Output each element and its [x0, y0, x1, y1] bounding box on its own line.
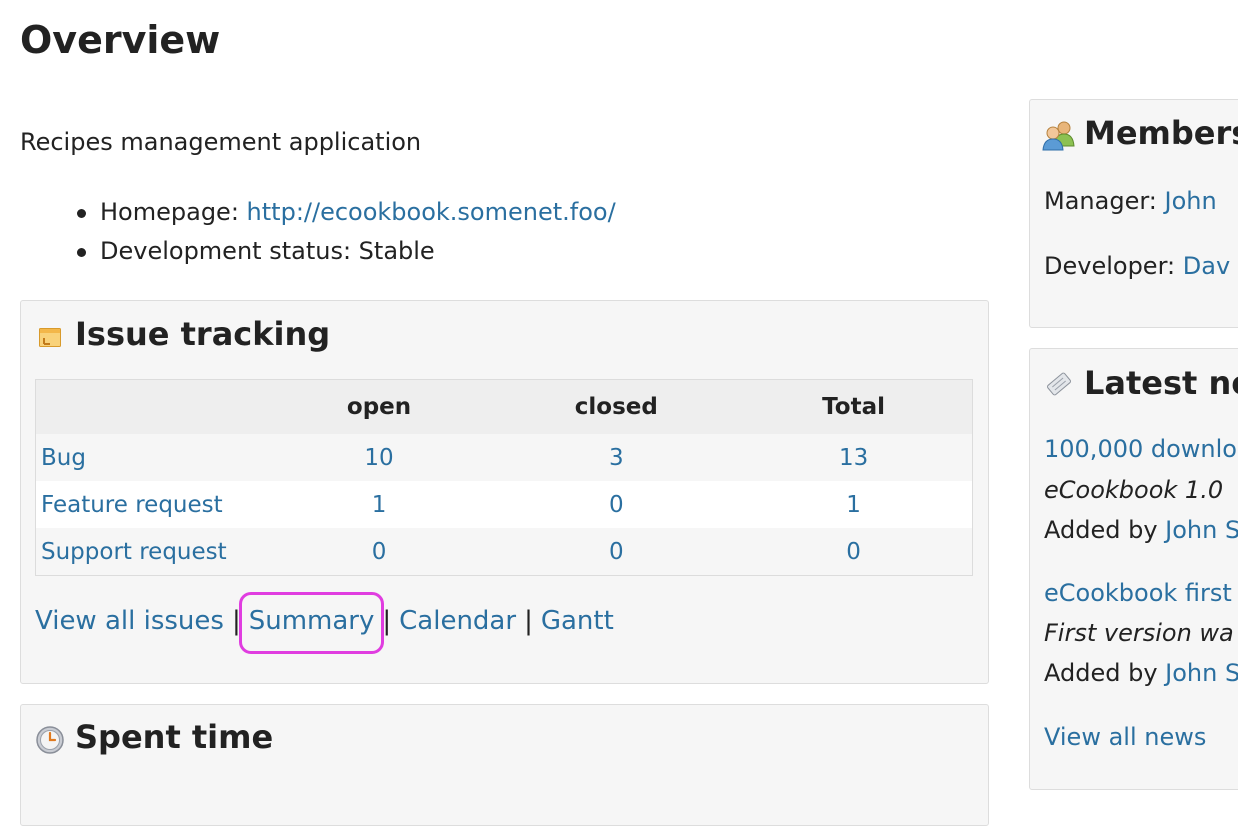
table-row: Bug 10 3 13 — [35, 434, 973, 481]
news-author-line: Added by John S — [1044, 659, 1238, 687]
news-item-title: eCookbook first — [1044, 579, 1232, 607]
issue-summary-table: open closed Total Bug 10 3 13 Feature re… — [35, 379, 973, 576]
news-added-by: Added by — [1044, 516, 1158, 544]
status-item: Development status: Stable — [0, 235, 616, 274]
summary-highlight: Summary — [238, 592, 385, 654]
news-author-line: Added by John S — [1044, 516, 1238, 544]
issue-tracking-title: Issue tracking — [75, 315, 331, 353]
tracker-link-bug[interactable]: Bug — [41, 445, 86, 471]
homepage-label: Homepage: — [100, 198, 239, 226]
member-role-line: Developer: Dav — [1044, 252, 1230, 280]
link-separator: | — [382, 606, 392, 636]
issue-tracking-box: Issue tracking open closed Total Bug 10 … — [20, 300, 989, 684]
member-role: Developer: — [1044, 252, 1176, 280]
news-author-link[interactable]: John S — [1165, 659, 1238, 687]
summary-link[interactable]: Summary — [249, 606, 375, 636]
members-title: Members — [1084, 114, 1238, 152]
view-all-issues-link[interactable]: View all issues — [35, 606, 224, 636]
member-link[interactable]: Dav — [1183, 252, 1230, 280]
open-count-link[interactable]: 1 — [372, 492, 387, 518]
spent-time-box: Spent time — [20, 704, 989, 826]
view-all-news: View all news — [1044, 723, 1206, 751]
table-header-row: open closed Total — [35, 379, 973, 434]
news-author-link[interactable]: John S — [1165, 516, 1238, 544]
status-label: Development status: — [100, 237, 352, 265]
column-header-total: Total — [735, 379, 973, 434]
column-header-closed: closed — [497, 379, 736, 434]
news-added-by: Added by — [1044, 659, 1158, 687]
homepage-item: Homepage: http://ecookbook.somenet.foo/ — [0, 196, 616, 235]
issues-icon — [38, 325, 62, 353]
latest-news-title: Latest ne — [1084, 364, 1238, 402]
tracker-link-support-request[interactable]: Support request — [41, 539, 227, 565]
total-count-link[interactable]: 13 — [839, 445, 868, 471]
news-title-link[interactable]: eCookbook first — [1044, 579, 1232, 607]
closed-count-link[interactable]: 3 — [609, 445, 624, 471]
issue-links: View all issues | Summary | Calendar | Gantt — [35, 592, 614, 654]
spent-time-title: Spent time — [75, 718, 274, 756]
open-count-link[interactable]: 10 — [364, 445, 393, 471]
news-icon — [1044, 369, 1074, 403]
tracker-link-feature-request[interactable]: Feature request — [41, 492, 223, 518]
group-icon — [1042, 119, 1076, 155]
project-info-list: Homepage: http://ecookbook.somenet.foo/ … — [0, 196, 616, 274]
news-summary: First version wa — [1044, 619, 1234, 647]
news-item-title: 100,000 downlo — [1044, 435, 1237, 463]
closed-count-link[interactable]: 0 — [609, 539, 624, 565]
table-row: Support request 0 0 0 — [35, 528, 973, 576]
closed-count-link[interactable]: 0 — [609, 492, 624, 518]
member-role: Manager: — [1044, 187, 1157, 215]
status-value: Stable — [358, 237, 435, 265]
news-title-link[interactable]: 100,000 downlo — [1044, 435, 1237, 463]
link-separator: | — [524, 606, 533, 636]
page-title: Overview — [20, 18, 221, 62]
news-summary: eCookbook 1.0 — [1044, 476, 1224, 504]
link-separator: | — [231, 606, 241, 636]
total-count-link[interactable]: 0 — [846, 539, 861, 565]
view-all-news-link[interactable]: View all news — [1044, 723, 1206, 751]
column-header-tracker — [35, 379, 261, 434]
homepage-link[interactable]: http://ecookbook.somenet.foo/ — [247, 198, 616, 226]
member-link[interactable]: John — [1165, 187, 1217, 215]
gantt-link[interactable]: Gantt — [541, 606, 614, 636]
total-count-link[interactable]: 1 — [846, 492, 861, 518]
project-description: Recipes management application — [20, 128, 422, 156]
clock-icon — [35, 725, 65, 759]
members-box: Members Manager: John Developer: Dav — [1029, 99, 1238, 328]
latest-news-box: Latest ne 100,000 downlo eCookbook 1.0 A… — [1029, 348, 1238, 790]
table-row: Feature request 1 0 1 — [35, 481, 973, 528]
column-header-open: open — [260, 379, 498, 434]
calendar-link[interactable]: Calendar — [399, 606, 516, 636]
member-role-line: Manager: John — [1044, 187, 1217, 215]
open-count-link[interactable]: 0 — [372, 539, 387, 565]
